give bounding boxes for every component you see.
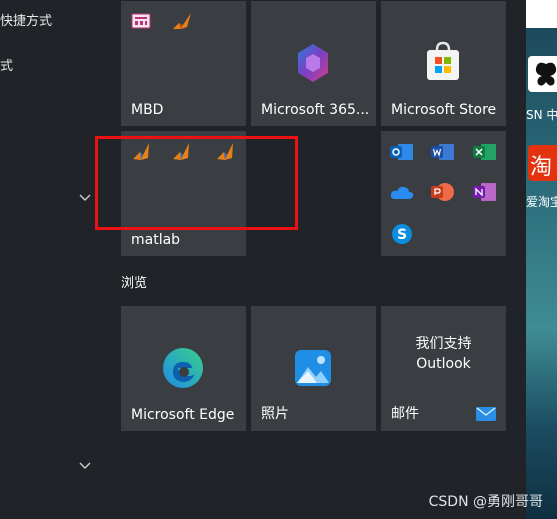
mail-promo-line1: 我们支持 (415, 336, 472, 352)
svg-text:S: S (397, 227, 407, 243)
microsoft-365-icon (298, 44, 328, 82)
matlab-small-icon (173, 13, 191, 29)
tile-office-folder[interactable]: S (381, 131, 506, 256)
desktop-icon-label: 爱淘宝 (526, 195, 557, 209)
chevron-down-icon[interactable] (78, 192, 92, 202)
tile-label: MBD (131, 102, 164, 118)
group-label-browse: 浏览 (121, 276, 148, 291)
tile-label: Microsoft Edge (131, 407, 235, 423)
desktop-icon-label: SN 中 (526, 108, 557, 122)
tile-microsoft-edge[interactable]: Microsoft Edge (121, 306, 246, 431)
powerpoint-icon (431, 183, 454, 201)
tile-label: Microsoft Store (391, 102, 497, 118)
left-list-item-shortcut[interactable]: 快捷方式 (0, 10, 52, 29)
start-menu: 快捷方式 式 MBD Microsoft 365... Microsoft St… (0, 0, 526, 519)
tile-mbd[interactable]: MBD (121, 1, 246, 126)
tile-mail[interactable]: 我们支持 Outlook 邮件 (381, 306, 506, 431)
photos-icon (295, 350, 331, 386)
taobao-glyph: 淘 (530, 155, 553, 180)
tile-label: Microsoft 365... (261, 102, 370, 118)
tile-label: 邮件 (391, 406, 419, 422)
red-highlight-box (95, 136, 298, 230)
mail-envelope-icon (476, 407, 496, 421)
desktop-background: SN 中 淘 爱淘宝 (526, 0, 557, 519)
onenote-icon (473, 183, 496, 201)
tile-microsoft-store[interactable]: Microsoft Store (381, 1, 506, 126)
onedrive-icon (390, 186, 414, 199)
taobao-desktop-icon[interactable]: 淘 (528, 145, 557, 181)
mail-promo-text: 我们支持 Outlook (381, 334, 506, 374)
msn-desktop-icon[interactable] (528, 56, 557, 92)
tile-label: 照片 (261, 406, 289, 422)
skype-icon: S (392, 224, 412, 244)
watermark: CSDN @勇刚哥哥 (428, 494, 543, 510)
tile-photos[interactable]: 照片 (251, 306, 376, 431)
left-list-item[interactable]: 式 (0, 55, 13, 74)
mbd-app-icon (131, 13, 151, 29)
tile-label: matlab (131, 232, 181, 248)
chevron-down-icon[interactable] (78, 460, 92, 470)
mail-promo-line2: Outlook (416, 356, 471, 372)
tile-microsoft-365[interactable]: Microsoft 365... (251, 1, 376, 126)
word-icon (431, 144, 454, 160)
edge-icon (163, 348, 203, 388)
outlook-icon (390, 144, 413, 160)
msn-butterfly-icon (535, 62, 557, 86)
excel-icon (473, 144, 496, 160)
microsoft-store-icon (427, 41, 459, 80)
